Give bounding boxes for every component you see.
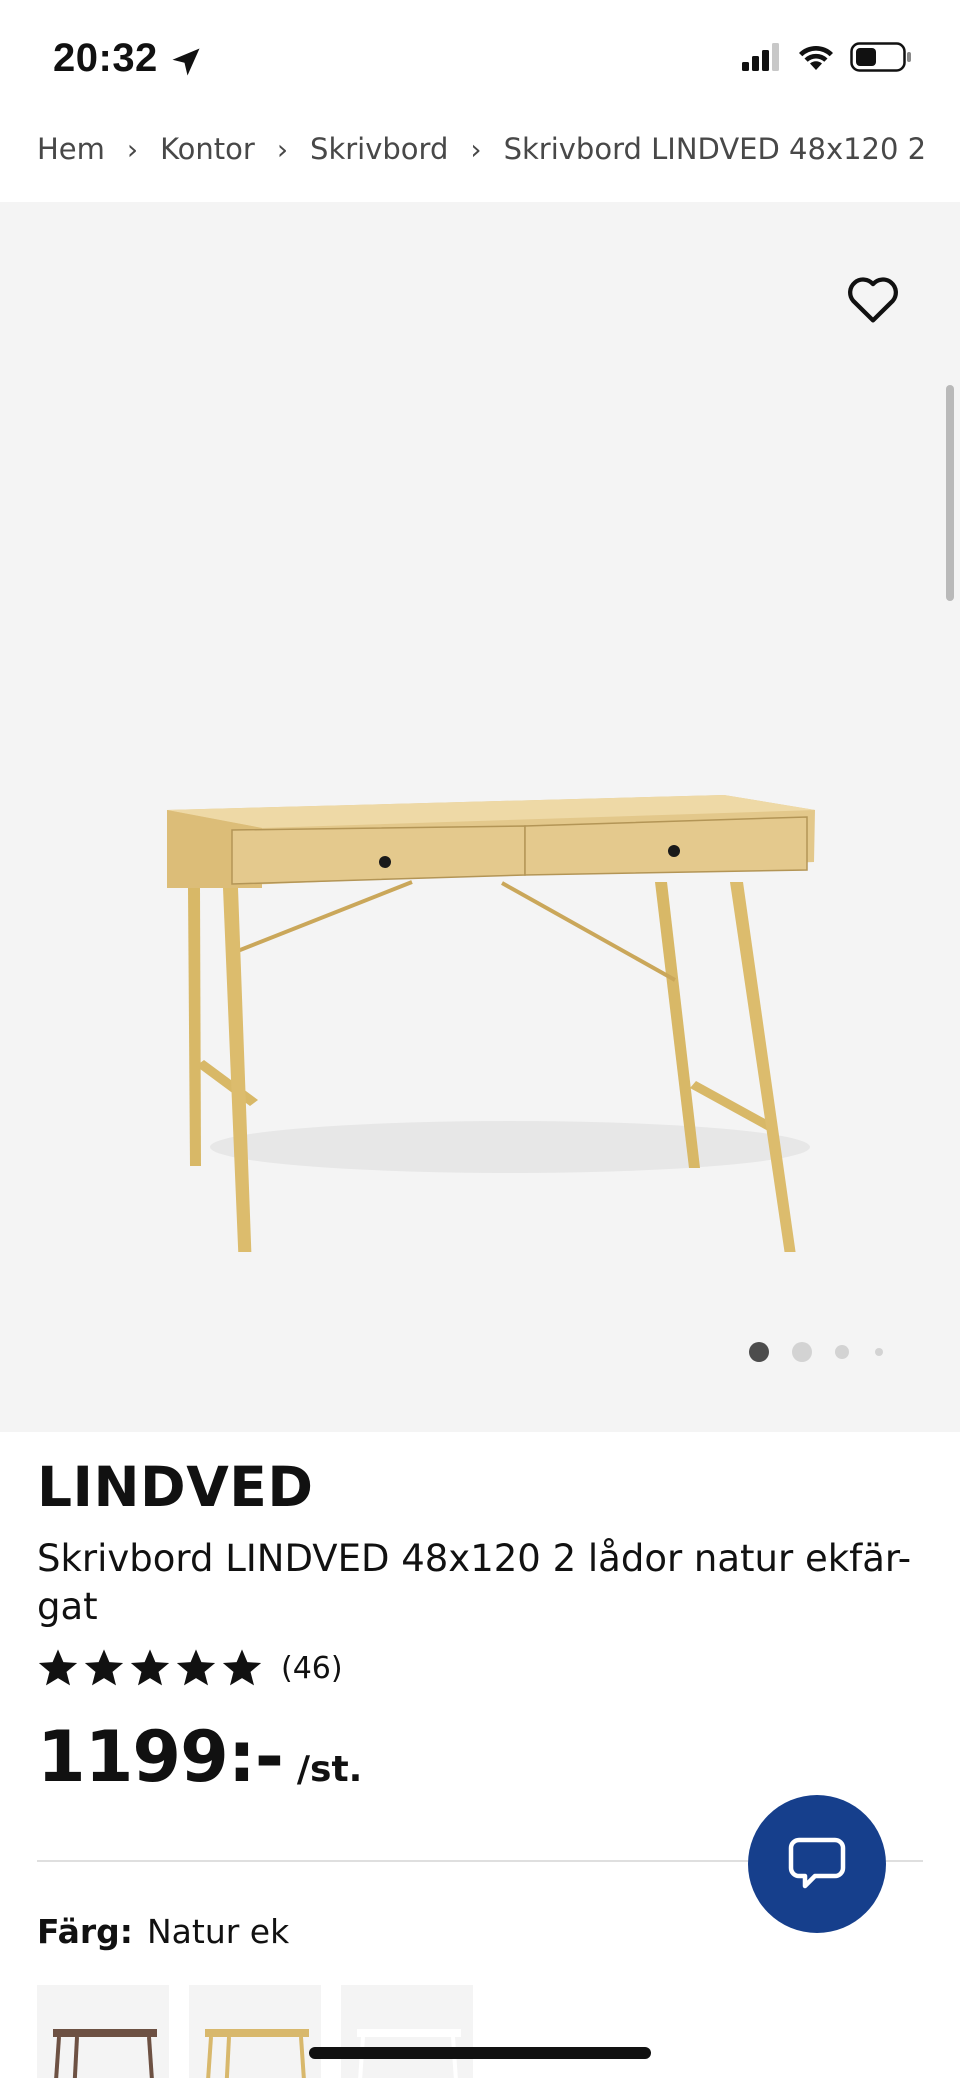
color-value: Natur ek xyxy=(146,1912,290,1951)
scrollbar-thumb[interactable] xyxy=(946,385,954,601)
color-swatch-natur-ek[interactable] xyxy=(189,1985,321,2078)
pagination-dot[interactable] xyxy=(792,1342,812,1362)
location-arrow-icon xyxy=(172,48,200,76)
color-swatch-white[interactable] xyxy=(341,1985,473,2078)
breadcrumb-separator: › xyxy=(126,132,139,166)
product-rating[interactable]: (46) xyxy=(37,1648,343,1688)
status-bar: 20:32 xyxy=(0,0,960,112)
breadcrumb: Hem › Kontor › Skrivbord › Skrivbord LIN… xyxy=(37,124,924,174)
color-selector-label: Färg: Natur ek xyxy=(37,1912,289,1951)
product-brand-title: LINDVED xyxy=(37,1455,314,1519)
cellular-signal-icon xyxy=(742,43,779,71)
swatch-thumbnail-dark-desk xyxy=(53,2029,157,2078)
wifi-icon xyxy=(799,45,833,70)
image-pagination xyxy=(749,1340,883,1364)
breadcrumb-separator: › xyxy=(470,132,482,166)
color-swatch-dark[interactable] xyxy=(37,1985,169,2078)
swatch-thumbnail-oak-desk xyxy=(205,2029,309,2078)
heart-outline-icon[interactable] xyxy=(846,274,900,324)
product-description: Skrivbord LINDVED 48x120 2 lådor natur e… xyxy=(37,1537,912,1628)
product-price: 1199:- /st. xyxy=(37,1716,362,1798)
color-swatches xyxy=(37,1985,473,2078)
price-unit: /st. xyxy=(296,1749,363,1790)
status-icons xyxy=(742,42,912,72)
color-label: Färg: xyxy=(37,1912,133,1951)
swatch-thumbnail-white-desk xyxy=(357,2029,461,2078)
breadcrumb-separator: › xyxy=(276,132,289,166)
star-icon xyxy=(38,1649,78,1686)
status-time: 20:32 xyxy=(53,36,158,80)
breadcrumb-kontor[interactable]: Kontor xyxy=(160,132,255,166)
product-image-gallery[interactable] xyxy=(0,202,960,1432)
product-image-desk xyxy=(167,795,815,1252)
breadcrumb-skrivbord[interactable]: Skrivbord xyxy=(310,132,448,166)
breadcrumb-current-product: Skrivbord LINDVED 48x120 2 lådor natur e… xyxy=(503,132,924,166)
battery-icon xyxy=(850,42,911,72)
star-icon xyxy=(84,1649,124,1686)
chat-bubble-icon xyxy=(788,1837,846,1889)
chat-button[interactable] xyxy=(748,1795,886,1933)
pagination-dot-active[interactable] xyxy=(749,1342,769,1362)
star-icon xyxy=(130,1649,170,1686)
rating-stars xyxy=(37,1648,263,1688)
review-count[interactable]: (46) xyxy=(281,1651,343,1686)
breadcrumb-home[interactable]: Hem xyxy=(37,132,105,166)
home-indicator[interactable] xyxy=(309,2047,651,2059)
star-icon xyxy=(222,1649,262,1686)
price-value: 1199:- xyxy=(37,1716,284,1798)
pagination-dot[interactable] xyxy=(875,1348,883,1356)
star-icon xyxy=(176,1649,216,1686)
pagination-dot[interactable] xyxy=(835,1345,849,1359)
